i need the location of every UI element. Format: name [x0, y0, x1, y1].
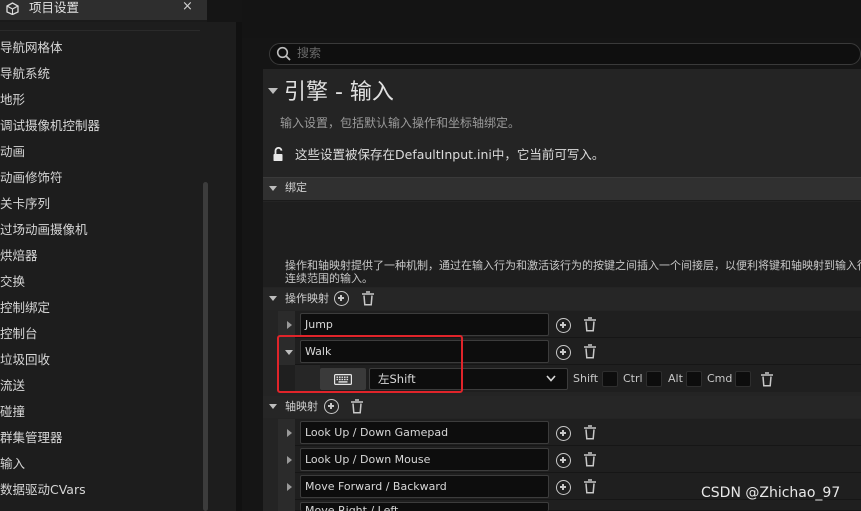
action-mappings-label: 操作映射 — [285, 292, 329, 305]
trash-icon[interactable] — [583, 479, 597, 494]
collapse-arrow-icon[interactable] — [269, 404, 277, 409]
sidebar-item-input[interactable]: 输入 — [0, 454, 25, 474]
alt-label: Alt — [668, 372, 683, 385]
collapse-arrow-icon[interactable] — [269, 296, 277, 301]
tab-underline — [0, 20, 207, 22]
sidebar-item-debug-camera[interactable]: 调试摄像机控制器 — [0, 116, 100, 136]
row-indent — [278, 500, 295, 511]
bindings-description: 操作和轴映射提供了一种机制，通过在输入行为和激活该行为的按键之间插入一个间接层，… — [285, 259, 861, 285]
ctrl-checkbox[interactable] — [646, 371, 662, 387]
search-input[interactable] — [269, 43, 861, 65]
trash-icon[interactable] — [350, 399, 364, 414]
project-settings-icon — [6, 2, 19, 15]
collapse-arrow-icon[interactable] — [268, 88, 278, 94]
watermark: CSDN @Zhichao_97 — [701, 485, 841, 501]
add-key-button[interactable] — [556, 318, 571, 333]
search-icon — [276, 46, 291, 61]
search-placeholder: 搜索 — [297, 46, 322, 60]
action-name-input[interactable]: Jump — [300, 313, 549, 336]
section-bindings-header[interactable] — [263, 177, 861, 201]
sidebar-item-level-sequence[interactable]: 关卡序列 — [0, 194, 50, 214]
unlock-icon — [273, 147, 283, 161]
trash-icon[interactable] — [583, 344, 597, 359]
sidebar-item-landscape[interactable]: 地形 — [0, 90, 25, 110]
sidebar-item-garbage-collection[interactable]: 垃圾回收 — [0, 350, 50, 370]
shift-checkbox[interactable] — [602, 371, 618, 387]
page-description: 输入设置，包括默认输入操作和坐标轴绑定。 — [280, 116, 521, 130]
sidebar-item-animation-modifiers[interactable]: 动画修饰符 — [0, 168, 63, 188]
expand-arrow-icon[interactable] — [287, 321, 292, 329]
add-key-button[interactable] — [556, 345, 571, 360]
trash-icon[interactable] — [583, 452, 597, 467]
alt-checkbox[interactable] — [686, 371, 702, 387]
sidebar-item-crowd-manager[interactable]: 群集管理器 — [0, 428, 63, 448]
sidebar-scrollbar[interactable] — [203, 182, 208, 511]
action-mappings-header[interactable] — [263, 288, 861, 310]
axis-name-input[interactable]: Move Forward / Backward — [300, 475, 549, 498]
sidebar-item-nav-mesh[interactable]: 导航网格体 — [0, 38, 63, 58]
sidebar-item-animation[interactable]: 动画 — [0, 142, 25, 162]
page-title: 引擎 - 输入 — [284, 80, 394, 105]
cmd-checkbox[interactable] — [735, 371, 751, 387]
axis-name-input[interactable]: Move Right / Left — [300, 502, 549, 511]
details-top-strip — [242, 0, 861, 38]
cmd-label: Cmd — [707, 372, 733, 385]
sidebar-item-collision[interactable]: 碰撞 — [0, 402, 25, 422]
sidebar-item-interchange[interactable]: 交换 — [0, 272, 25, 292]
tab-title: 项目设置 — [29, 0, 80, 15]
axis-mappings-label: 轴映射 — [285, 400, 318, 413]
trash-icon[interactable] — [760, 372, 774, 387]
close-icon[interactable]: × — [182, 0, 193, 14]
sidebar-divider — [0, 30, 200, 31]
sidebar-item-streaming[interactable]: 流送 — [0, 376, 25, 396]
sidebar-item-control-rig[interactable]: 控制绑定 — [0, 298, 50, 318]
expand-arrow-icon[interactable] — [287, 483, 292, 491]
trash-icon[interactable] — [361, 291, 375, 306]
sidebar-item-console[interactable]: 控制台 — [0, 324, 38, 344]
trash-icon[interactable] — [583, 317, 597, 332]
axis-name-input[interactable]: Look Up / Down Mouse — [300, 448, 549, 471]
add-action-mapping-button[interactable] — [334, 291, 349, 306]
add-key-button[interactable] — [556, 480, 571, 495]
project-settings-tab[interactable]: 项目设置 × — [0, 0, 207, 20]
sidebar-item-cooker[interactable]: 烘焙器 — [0, 246, 38, 266]
trash-icon[interactable] — [583, 425, 597, 440]
bindings-description-line: 操作和轴映射提供了一种机制，通过在输入行为和激活该行为的按键之间插入一个间接层，… — [285, 259, 861, 272]
collapse-arrow-icon[interactable] — [269, 186, 277, 191]
add-key-button[interactable] — [556, 453, 571, 468]
add-axis-mapping-button[interactable] — [324, 399, 339, 414]
save-notice: 这些设置被保存在DefaultInput.ini中，它当前可写入。 — [295, 147, 605, 162]
sidebar-item-cine-camera[interactable]: 过场动画摄像机 — [0, 220, 88, 240]
expand-arrow-icon[interactable] — [287, 456, 292, 464]
section-bindings-label: 绑定 — [285, 181, 307, 194]
sidebar-item-nav-system[interactable]: 导航系统 — [0, 64, 50, 84]
highlight-box — [277, 335, 463, 393]
axis-name-input[interactable]: Look Up / Down Gamepad — [300, 421, 549, 444]
ctrl-label: Ctrl — [623, 372, 643, 385]
bindings-description-line: 连续范围的输入。 — [285, 272, 373, 285]
sidebar-item-data-driven-cvars[interactable]: 数据驱动CVars — [0, 480, 86, 500]
add-key-button[interactable] — [556, 426, 571, 441]
expand-arrow-icon[interactable] — [287, 429, 292, 437]
chevron-down-icon — [546, 375, 556, 382]
shift-label: Shift — [573, 372, 599, 385]
